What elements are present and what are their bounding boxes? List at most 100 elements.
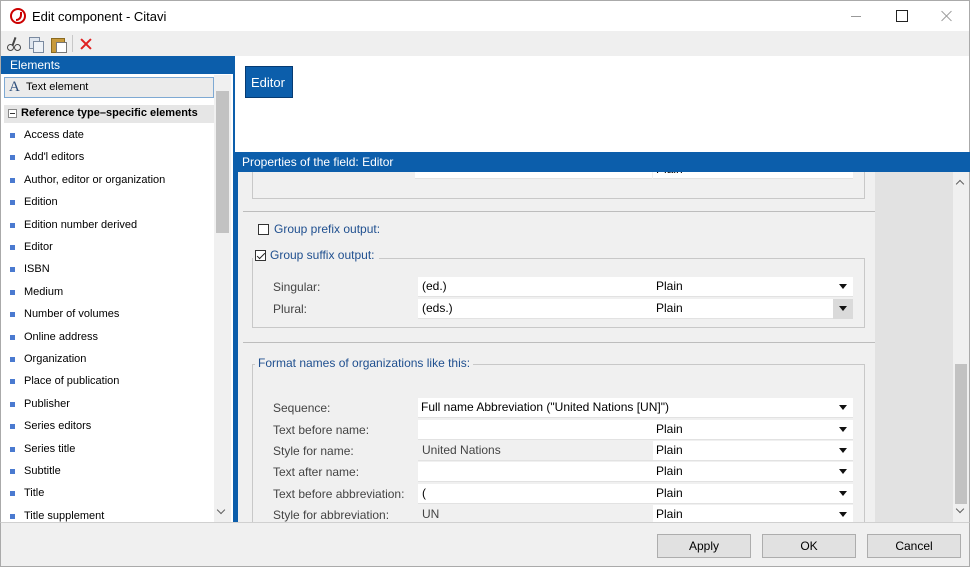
list-item[interactable]: ISBN <box>1 259 214 281</box>
list-item-label: Publisher <box>24 398 70 410</box>
editor-canvas: Editor <box>235 56 970 152</box>
properties-panel: Plain Group prefix output: Group suffix … <box>235 172 970 522</box>
partial-text-field[interactable] <box>415 172 652 179</box>
toolbar-separator <box>72 35 73 52</box>
delete-icon[interactable] <box>78 36 94 52</box>
text-before-abbreviation-input[interactable]: ( <box>418 484 653 504</box>
list-item[interactable]: Series editors <box>1 416 214 438</box>
minimize-button[interactable] <box>833 1 879 31</box>
list-item[interactable]: Edition number derived <box>1 215 214 237</box>
style-value: Plain <box>656 486 683 500</box>
style-for-name-dropdown[interactable]: Plain <box>653 441 853 461</box>
list-item[interactable]: Medium <box>1 282 214 304</box>
list-item[interactable]: Author, editor or organization <box>1 170 214 192</box>
maximize-button[interactable] <box>878 1 924 31</box>
elements-panel-header: Elements <box>1 56 233 74</box>
text-after-name-input[interactable] <box>418 462 653 482</box>
list-item[interactable]: Title supplement <box>1 506 214 522</box>
elements-scrollbar[interactable] <box>214 75 231 522</box>
text-element-label: Text element <box>26 81 89 93</box>
partial-style-dropdown[interactable]: Plain <box>653 172 853 179</box>
plural-input[interactable]: (eds.) <box>418 299 653 319</box>
partial-style-value: Plain <box>656 172 683 176</box>
style-for-abbreviation-preview: UN <box>418 505 653 522</box>
dropdown-button[interactable] <box>833 299 853 319</box>
window-title: Edit component - Citavi <box>32 9 167 24</box>
properties-scrollbar[interactable] <box>953 172 969 522</box>
copy-icon[interactable] <box>28 36 44 53</box>
singular-input[interactable]: (ed.) <box>418 277 653 297</box>
reference-type-group-header[interactable]: Reference type–specific elements <box>4 105 214 123</box>
toolbar <box>0 31 970 56</box>
list-item-label: Online address <box>24 331 98 343</box>
field-bullet-icon <box>10 223 15 228</box>
list-item-label: Edition number derived <box>24 219 138 231</box>
divider <box>243 342 875 343</box>
cancel-button[interactable]: Cancel <box>867 534 961 558</box>
list-item[interactable]: Editor <box>1 237 214 259</box>
paste-icon[interactable] <box>50 36 67 53</box>
field-bullet-icon <box>10 514 15 519</box>
properties-content: Plain Group prefix output: Group suffix … <box>238 172 875 522</box>
field-bullet-icon <box>10 290 15 295</box>
list-item[interactable]: Edition <box>1 192 214 214</box>
list-item[interactable]: Access date <box>1 125 214 147</box>
plural-style-value: Plain <box>656 301 683 315</box>
text-after-name-style-dropdown[interactable]: Plain <box>653 462 853 482</box>
text-element-item[interactable]: A Text element <box>4 77 214 98</box>
close-button[interactable] <box>923 1 969 31</box>
list-item-label: Title <box>24 487 45 499</box>
list-item[interactable]: Series title <box>1 439 214 461</box>
list-item[interactable]: Title <box>1 483 214 505</box>
singular-style-dropdown[interactable]: Plain <box>653 277 853 297</box>
scroll-down-arrow-icon[interactable] <box>216 505 226 515</box>
field-bullet-icon <box>10 245 15 250</box>
chevron-down-icon <box>839 512 847 517</box>
plural-style-dropdown[interactable]: Plain <box>653 299 853 319</box>
scroll-up-arrow-icon[interactable] <box>955 179 965 189</box>
list-item[interactable]: Publisher <box>1 394 214 416</box>
field-bullet-icon <box>10 335 15 340</box>
list-item-label: Title supplement <box>24 510 105 522</box>
singular-label: Singular: <box>273 280 321 294</box>
scroll-down-arrow-icon[interactable] <box>955 504 965 514</box>
ok-button[interactable]: OK <box>762 534 856 558</box>
chevron-down-icon <box>839 306 847 311</box>
list-item[interactable]: Subtitle <box>1 461 214 483</box>
list-item[interactable]: Number of volumes <box>1 304 214 326</box>
properties-margin <box>875 172 953 522</box>
sequence-value: Full name Abbreviation ("United Nations … <box>421 400 669 414</box>
chevron-down-icon <box>839 491 847 496</box>
list-item-label: Medium <box>24 286 64 298</box>
scrollbar-thumb[interactable] <box>955 364 967 504</box>
chevron-down-icon <box>839 284 847 289</box>
list-item[interactable]: Online address <box>1 327 214 349</box>
style-for-name-label: Style for name: <box>273 444 354 458</box>
style-for-abbreviation-dropdown[interactable]: Plain <box>653 505 853 522</box>
text-before-abbreviation-style-dropdown[interactable]: Plain <box>653 484 853 504</box>
group-prefix-checkbox[interactable] <box>258 224 269 235</box>
group-suffix-checkbox[interactable] <box>255 250 266 261</box>
sequence-dropdown[interactable]: Full name Abbreviation ("United Nations … <box>418 398 853 418</box>
list-item-label: Subtitle <box>24 465 61 477</box>
chevron-down-icon <box>839 448 847 453</box>
style-for-name-preview: United Nations <box>418 441 653 461</box>
field-bullet-icon <box>10 155 15 160</box>
list-item-label: Access date <box>24 129 84 141</box>
cut-icon[interactable] <box>6 36 22 52</box>
field-bullet-icon <box>10 267 15 272</box>
text-before-name-style-dropdown[interactable]: Plain <box>653 420 853 440</box>
scrollbar-thumb[interactable] <box>216 91 229 233</box>
list-item-label: Add'l editors <box>24 151 85 163</box>
plural-label: Plural: <box>273 302 308 316</box>
text-after-name-label: Text after name: <box>273 465 360 479</box>
text-before-name-input[interactable] <box>418 420 653 440</box>
list-item[interactable]: Place of publication <box>1 371 214 393</box>
collapse-icon[interactable] <box>8 109 17 118</box>
apply-button[interactable]: Apply <box>657 534 751 558</box>
text-before-abbreviation-label: Text before abbreviation: <box>273 487 405 501</box>
list-item-label: Organization <box>24 353 87 365</box>
list-item[interactable]: Add'l editors <box>1 147 214 169</box>
list-item[interactable]: Organization <box>1 349 214 371</box>
editor-field-chip[interactable]: Editor <box>245 66 293 98</box>
